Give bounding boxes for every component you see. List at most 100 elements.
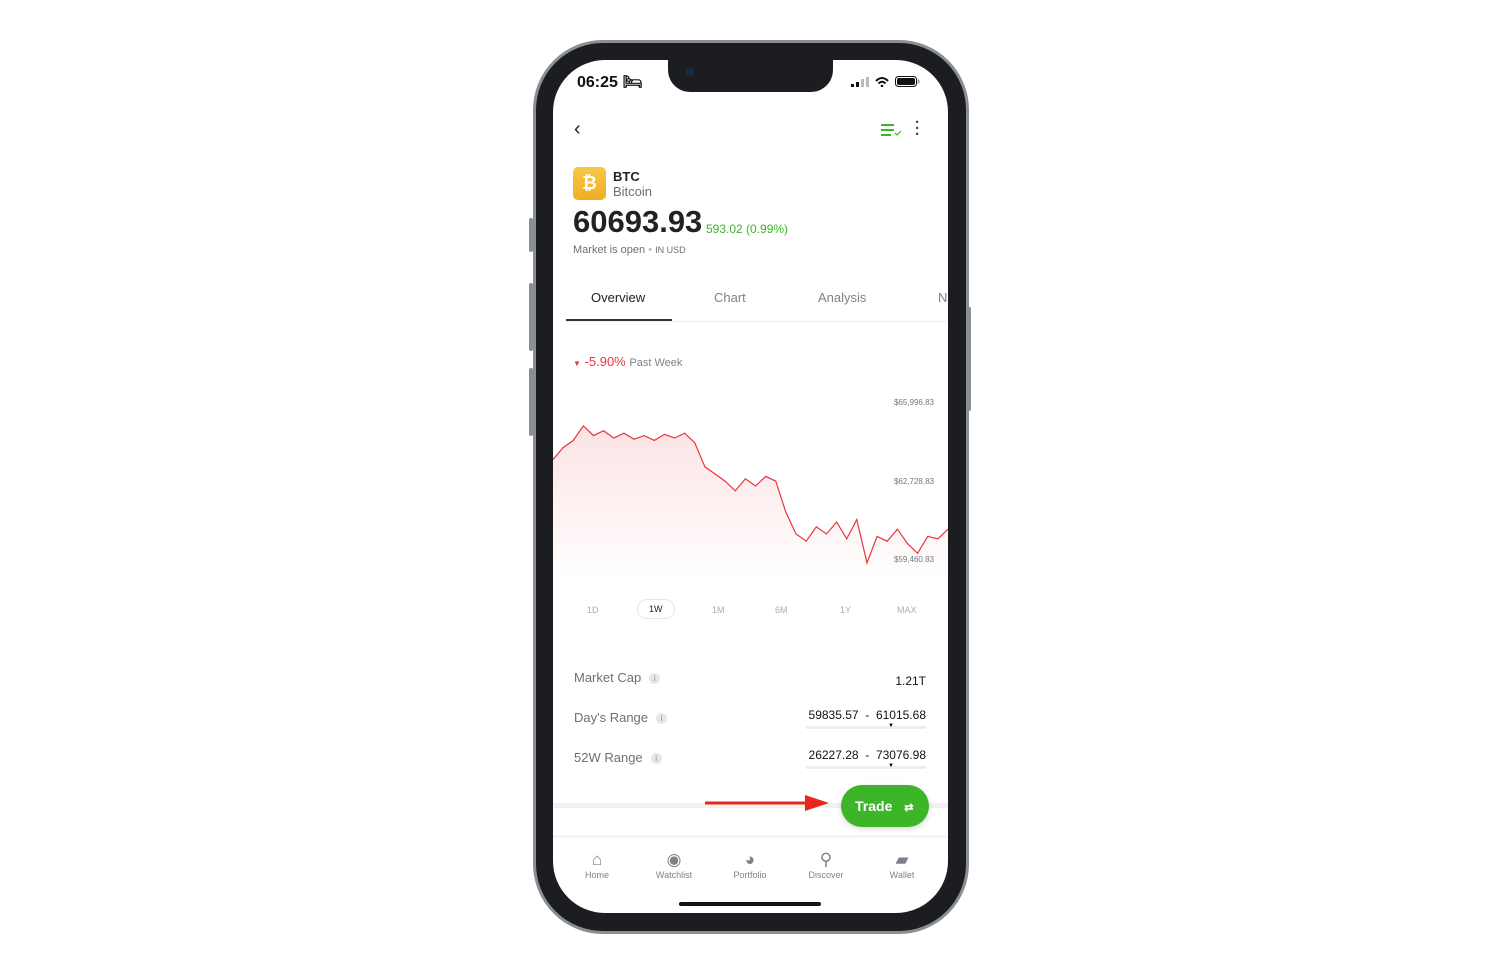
chart-point [825, 533, 828, 535]
52w-range-value: 26227.28 - 73076.98 [808, 748, 926, 762]
range-1m[interactable]: 1M [712, 605, 725, 615]
nav-portfolio[interactable]: ◕ Portfolio [712, 850, 788, 880]
home-icon: ⌂ [591, 850, 603, 869]
chart-point [795, 533, 797, 535]
watchlist-check-icon[interactable] [880, 123, 902, 137]
trade-button[interactable]: Trade ⇄ [841, 785, 929, 827]
bitcoin-icon: ₿ [573, 167, 606, 200]
info-icon[interactable]: i [650, 753, 662, 765]
chart-point [633, 438, 635, 440]
caret-down-icon: ▼ [573, 359, 581, 368]
chart-point [906, 543, 909, 545]
days-range-bar: ▼ [806, 723, 926, 729]
chart-point [623, 432, 625, 434]
chart-point [572, 439, 574, 441]
tab-analysis[interactable]: Analysis [818, 290, 866, 305]
chart-point [684, 432, 686, 434]
chart-point [896, 528, 898, 530]
range-1w[interactable]: 1W [637, 599, 675, 619]
tab-overview[interactable]: Overview [591, 290, 645, 305]
chart-point [744, 478, 747, 480]
status-icons [851, 76, 920, 87]
y-tick-label: $62,728.83 [894, 477, 935, 486]
performance-change: ▼ -5.90% Past Week [573, 354, 683, 369]
chart-point [765, 475, 767, 477]
asset-name: Bitcoin [613, 184, 653, 199]
tab-divider [566, 321, 948, 322]
days-range-value: 59835.57 - 61015.68 [808, 708, 926, 722]
market-cap-label: Market Cap i [574, 670, 661, 685]
range-max[interactable]: MAX [897, 605, 917, 615]
status-time: 06:25 🛏 [577, 74, 643, 91]
chart-point [866, 562, 868, 564]
52w-range-label: 52W Range i [574, 750, 662, 765]
y-tick-label: $59,460.83 [894, 555, 935, 564]
nav-home[interactable]: ⌂ Home [559, 850, 635, 880]
chart-point [754, 485, 757, 487]
notch [668, 60, 833, 92]
range-1d[interactable]: 1D [587, 605, 599, 615]
chart-point [592, 434, 595, 437]
range-marker-icon: ▼ [888, 763, 894, 769]
chart-point [562, 446, 564, 449]
chart-point [694, 442, 696, 444]
chart-point [876, 535, 878, 538]
chart-point [835, 521, 838, 523]
chart-point [704, 466, 706, 468]
chart-point [886, 540, 888, 542]
annotation-arrow [705, 795, 829, 811]
asset-symbol: BTC [613, 169, 640, 184]
signal-icon [851, 76, 869, 87]
chart-point [663, 433, 666, 435]
y-tick-label: $65,996.83 [894, 398, 935, 407]
wifi-icon [875, 76, 889, 87]
chart-point [815, 526, 817, 528]
price-chart[interactable]: $65,996.83 $62,728.83 $59,460.83 [553, 390, 948, 580]
chart-point [582, 425, 584, 427]
watchlist-eye-icon: ◉ [666, 850, 682, 869]
range-6m[interactable]: 6M [775, 605, 788, 615]
battery-icon [895, 76, 920, 87]
tab-chart[interactable]: Chart [714, 290, 746, 305]
camera [686, 68, 694, 76]
chart-point [714, 473, 716, 475]
chart-point [613, 437, 615, 439]
chart-point [937, 538, 939, 540]
chart-point [785, 511, 787, 514]
price-change: 593.02 (0.99%) [706, 222, 789, 236]
chart-point [653, 439, 655, 441]
range-1y[interactable]: 1Y [840, 605, 851, 615]
chart-point [917, 552, 919, 554]
nav-divider [553, 835, 948, 838]
more-vertical-icon[interactable]: · · · [915, 115, 920, 142]
52w-range-bar: ▼ [806, 763, 926, 769]
info-icon[interactable]: i [649, 673, 661, 685]
chart-point [734, 490, 736, 492]
chart-point [805, 540, 807, 542]
asset-price: 60693.93 [573, 204, 703, 239]
chart-point [643, 434, 645, 437]
market-status: Market is open • IN USD [573, 244, 686, 256]
back-icon[interactable]: ‹ [574, 118, 581, 141]
chart-point [724, 480, 726, 482]
search-icon: ⚲ [819, 850, 833, 869]
chart-area [553, 425, 948, 580]
trade-icon: ⇄ [904, 802, 914, 814]
chart-point [775, 480, 777, 482]
nav-discover[interactable]: ⚲ Discover [788, 850, 864, 880]
home-indicator [679, 902, 821, 906]
market-cap-value: 1.21T [895, 674, 926, 688]
chart-point [846, 538, 848, 540]
wallet-icon: ▰ [895, 850, 909, 869]
days-range-label: Day's Range i [574, 710, 668, 725]
app-screen: 06:25 🛏 ‹ · · · ₿ BTC Bitcoin 60693.93 593… [553, 60, 948, 913]
chart-point [856, 519, 858, 521]
info-icon[interactable]: i [656, 713, 668, 725]
chart-point [673, 437, 676, 439]
tab-news[interactable]: N [938, 290, 947, 305]
nav-watchlist[interactable]: ◉ Watchlist [636, 850, 712, 880]
nav-wallet[interactable]: ▰ Wallet [864, 850, 940, 880]
range-marker-icon: ▼ [888, 723, 894, 729]
chart-point [927, 535, 929, 538]
chart-point [603, 430, 605, 432]
